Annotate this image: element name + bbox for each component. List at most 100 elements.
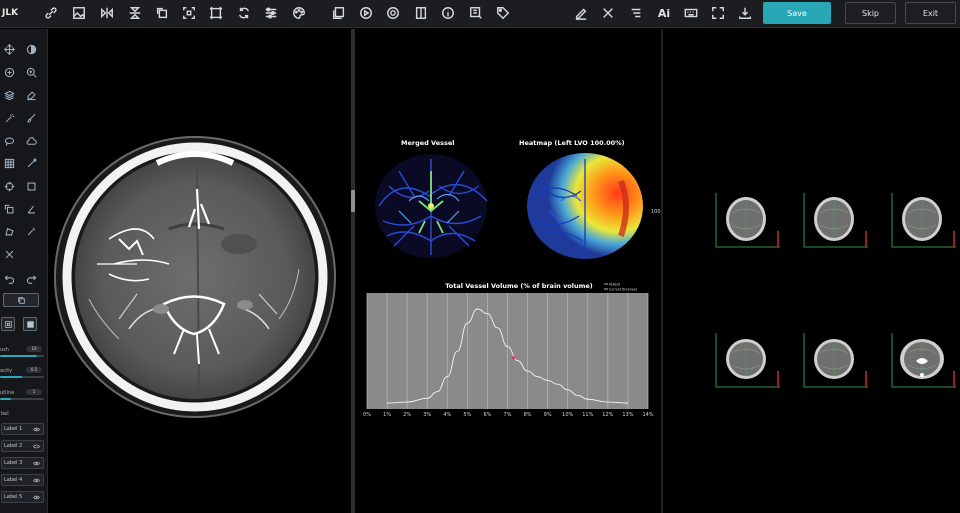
outline-slider[interactable] (0, 398, 44, 400)
label-item-text: Label 4 (4, 477, 23, 483)
layers-icon[interactable] (330, 4, 348, 22)
slice-thumbnail[interactable] (886, 191, 958, 249)
chart-x-tick-label: 6% (483, 412, 491, 418)
outline-value[interactable]: 1 (26, 389, 42, 395)
probe-tool-icon[interactable] (24, 224, 38, 238)
brush-icon[interactable] (24, 111, 38, 125)
target-icon[interactable] (384, 4, 402, 22)
image-icon[interactable] (70, 4, 88, 22)
list-icon[interactable] (627, 4, 645, 22)
eye-off-icon[interactable] (33, 444, 40, 449)
rotate-icon[interactable] (153, 4, 171, 22)
opacity-value[interactable]: 0.5 (26, 367, 42, 373)
rectangle-tool-icon[interactable] (24, 179, 38, 193)
save-button[interactable]: Save (763, 2, 831, 24)
flip-vertical-icon[interactable] (126, 4, 144, 22)
ct-viewport[interactable] (49, 29, 351, 513)
fit-icon[interactable] (207, 4, 225, 22)
palette-icon[interactable] (290, 4, 308, 22)
skip-button[interactable]: Skip (845, 2, 896, 24)
rotate-tool-icon[interactable] (2, 202, 16, 216)
eye-icon[interactable] (33, 495, 40, 500)
grid-search-icon[interactable] (467, 4, 485, 22)
flip-horizontal-icon[interactable] (98, 4, 116, 22)
keyboard-icon[interactable] (682, 4, 700, 22)
pen-icon[interactable] (572, 4, 590, 22)
label-item-text: Label 1 (4, 426, 23, 432)
app-logo: JLK (2, 8, 19, 18)
slice-thumbnail[interactable] (710, 191, 782, 249)
download-icon[interactable] (736, 4, 754, 22)
erase-icon[interactable] (599, 4, 617, 22)
eye-icon[interactable] (33, 461, 40, 466)
slice-thumbnail[interactable] (710, 331, 782, 389)
angle-tool-icon[interactable] (24, 202, 38, 216)
top-toolbar: JLK Ai Save Skip Exit (0, 0, 960, 28)
brush-size-slider[interactable] (0, 355, 44, 357)
scissors-icon[interactable] (2, 247, 16, 261)
adjust-icon[interactable] (262, 4, 280, 22)
split-view-button[interactable] (1, 317, 15, 331)
add-circle-icon[interactable] (2, 65, 16, 79)
thumbnail-viewport (663, 29, 960, 513)
redo-icon[interactable] (24, 271, 38, 285)
exit-button[interactable]: Exit (905, 2, 956, 24)
opacity-label: acity (0, 368, 13, 374)
link-icon[interactable] (42, 4, 60, 22)
layers-stack-icon[interactable] (2, 88, 16, 102)
tag-icon[interactable] (494, 4, 512, 22)
slice-thumbnail[interactable] (798, 191, 870, 249)
single-view-button[interactable] (23, 317, 37, 331)
slice-thumbnail[interactable] (886, 331, 958, 389)
split-icon[interactable] (412, 4, 430, 22)
chart-x-tick-label: 7% (504, 412, 512, 418)
grid-select-icon[interactable] (2, 156, 16, 170)
zoom-icon[interactable] (24, 65, 38, 79)
chart-x-tick-label: 5% (463, 412, 471, 418)
copy-layer-button[interactable] (3, 293, 39, 307)
outline-label: utline (0, 390, 15, 396)
brush-size-value[interactable]: 10 (26, 346, 42, 352)
undo-icon[interactable] (2, 271, 16, 285)
line-tool-icon[interactable] (24, 156, 38, 170)
heatmap-image (526, 153, 643, 259)
eye-icon[interactable] (33, 478, 40, 483)
refresh-icon[interactable] (235, 4, 253, 22)
label-item-3[interactable]: Label 3 (1, 457, 44, 469)
label-item-5[interactable]: Label 5 (1, 491, 44, 503)
fullscreen-icon[interactable] (709, 4, 727, 22)
label-section-title: bel (1, 411, 9, 417)
opacity-slider-fill (0, 376, 22, 378)
slice-thumbnail-image (803, 333, 868, 388)
chart-x-tick-label: 11% (582, 412, 593, 418)
contrast-icon[interactable] (24, 42, 38, 56)
slice-thumbnail[interactable] (798, 331, 870, 389)
polygon-tool-icon[interactable] (2, 224, 16, 238)
label-item-2[interactable]: Label 2 (1, 440, 44, 452)
move-icon[interactable] (2, 42, 16, 56)
chart-x-tick-label: 13% (622, 412, 633, 418)
slice-thumbnail-image (891, 333, 956, 388)
chart-x-tick-label: 9% (544, 412, 552, 418)
lasso-icon[interactable] (2, 134, 16, 148)
label-item-1[interactable]: Label 1 (1, 423, 44, 435)
play-icon[interactable] (357, 4, 375, 22)
chart-title: Total Vessel Volume (% of brain volume) (445, 282, 593, 290)
magic-wand-icon[interactable] (2, 111, 16, 125)
eye-icon[interactable] (33, 427, 40, 432)
slice-thumbnail-image (803, 193, 868, 248)
label-item-4[interactable]: Label 4 (1, 474, 44, 486)
info-icon[interactable] (439, 4, 457, 22)
legend-label-patient: Patient (609, 283, 621, 287)
crosshair-icon[interactable] (2, 179, 16, 193)
chart-x-tick-label: 0% (363, 412, 371, 418)
ai-icon[interactable]: Ai (654, 4, 674, 22)
crop-icon[interactable] (180, 4, 198, 22)
tool-sidebar: ush 10 acity 0.5 utline 1 bel Label 1 La… (0, 29, 48, 513)
cloud-icon[interactable] (24, 134, 38, 148)
eraser-icon[interactable] (24, 88, 38, 102)
slice-thumbnail-image (715, 333, 780, 388)
chart-x-tick-label: 8% (524, 412, 532, 418)
label-item-text: Label 3 (4, 460, 23, 466)
opacity-slider[interactable] (0, 376, 44, 378)
